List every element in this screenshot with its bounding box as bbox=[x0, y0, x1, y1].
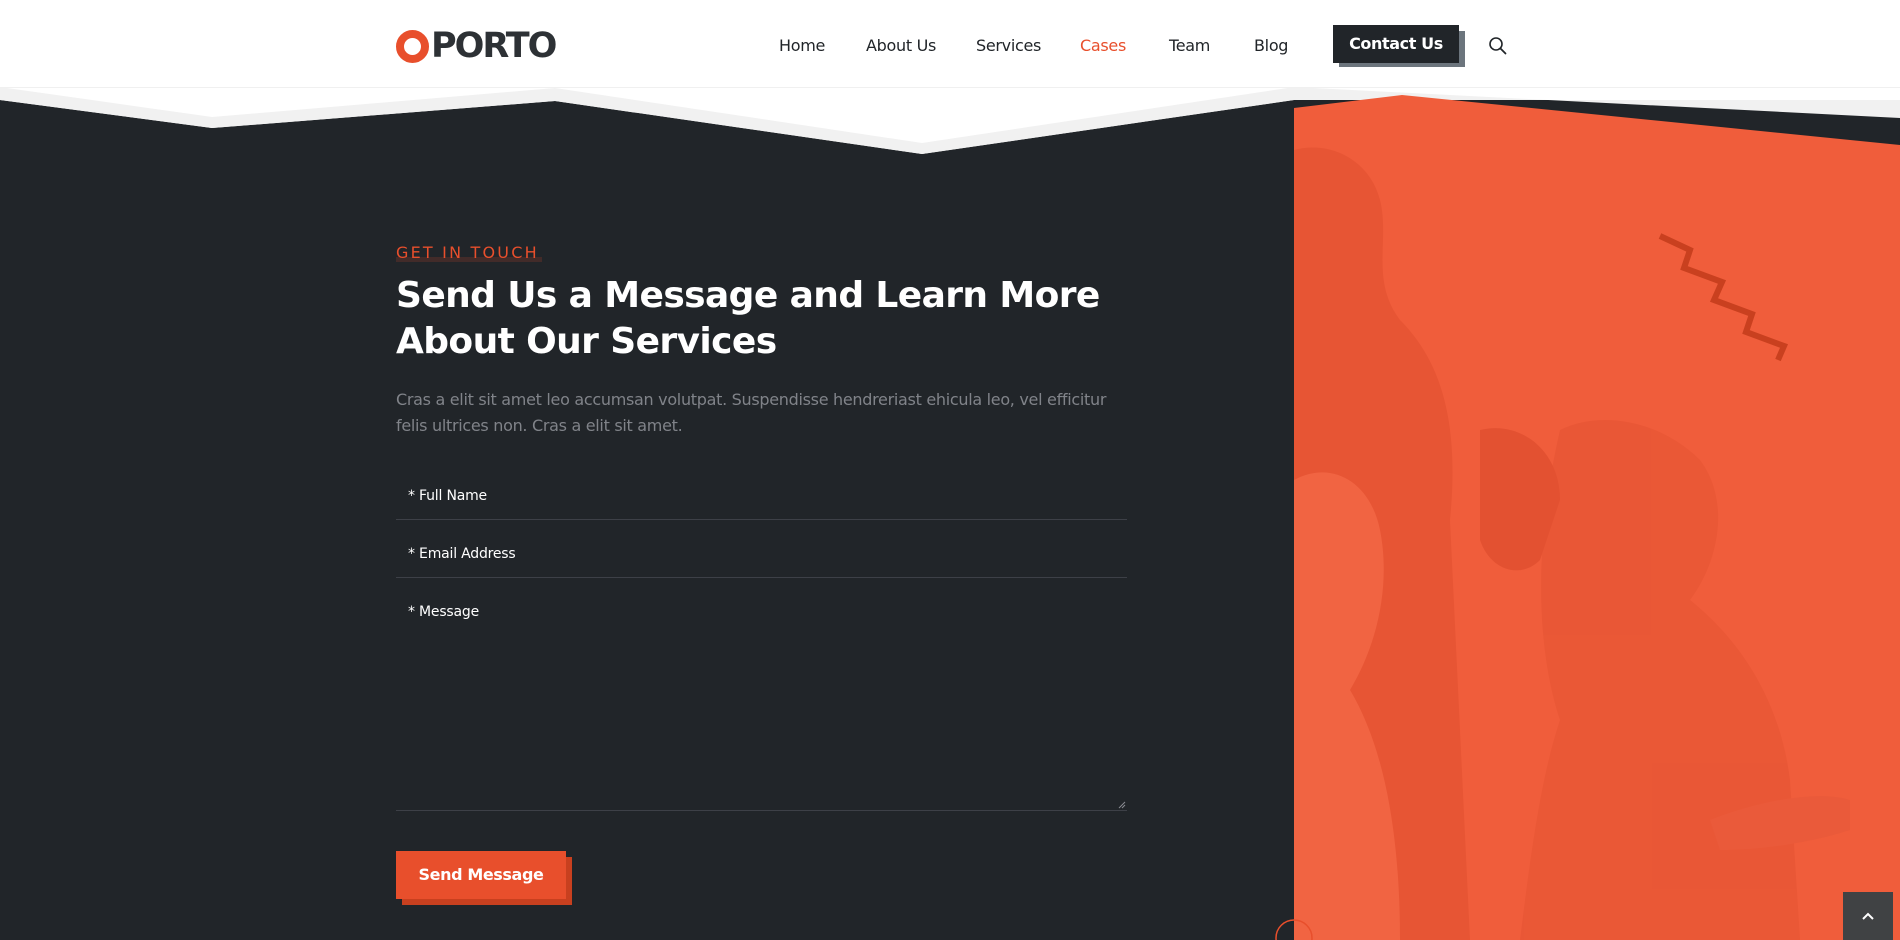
search-icon[interactable] bbox=[1488, 36, 1508, 56]
resize-grip-icon[interactable] bbox=[1118, 801, 1126, 809]
nav-item-blog[interactable]: Blog bbox=[1254, 33, 1288, 59]
full-name-field[interactable]: * Full Name bbox=[396, 480, 1127, 520]
chevron-up-icon bbox=[1862, 912, 1874, 920]
send-message-button[interactable]: Send Message bbox=[396, 851, 566, 899]
email-placeholder: * Email Address bbox=[408, 546, 516, 562]
logo-text: PORTO bbox=[431, 26, 557, 66]
contact-us-button[interactable]: Contact Us bbox=[1333, 25, 1459, 63]
site-header: PORTO Home About Us Services Cases Team … bbox=[0, 3, 1900, 88]
heading-line-1: Send Us a Message and Learn More bbox=[396, 275, 1100, 316]
logo-mark-icon bbox=[396, 29, 429, 63]
message-textarea[interactable]: * Message bbox=[396, 596, 1127, 811]
nav-item-about-us[interactable]: About Us bbox=[866, 33, 936, 59]
contact-us-button-wrap: Contact Us bbox=[1333, 25, 1465, 67]
nav-item-services[interactable]: Services bbox=[976, 33, 1041, 59]
message-placeholder: * Message bbox=[408, 604, 480, 620]
logo[interactable]: PORTO bbox=[396, 26, 557, 66]
nav-item-cases[interactable]: Cases bbox=[1080, 33, 1126, 59]
full-name-placeholder: * Full Name bbox=[408, 488, 487, 504]
section-description: Cras a elit sit amet leo accumsan volutp… bbox=[396, 390, 1107, 435]
send-message-button-wrap: Send Message bbox=[396, 851, 572, 905]
section-heading: Send Us a Message and Learn More About O… bbox=[396, 273, 1136, 365]
heading-line-2: About Our Services bbox=[396, 321, 777, 362]
nav-item-home[interactable]: Home bbox=[779, 33, 825, 59]
scroll-to-top-button[interactable] bbox=[1843, 892, 1893, 940]
email-field[interactable]: * Email Address bbox=[396, 538, 1127, 578]
nav-item-team[interactable]: Team bbox=[1169, 33, 1210, 59]
section-eyebrow: GET IN TOUCH bbox=[396, 243, 539, 262]
